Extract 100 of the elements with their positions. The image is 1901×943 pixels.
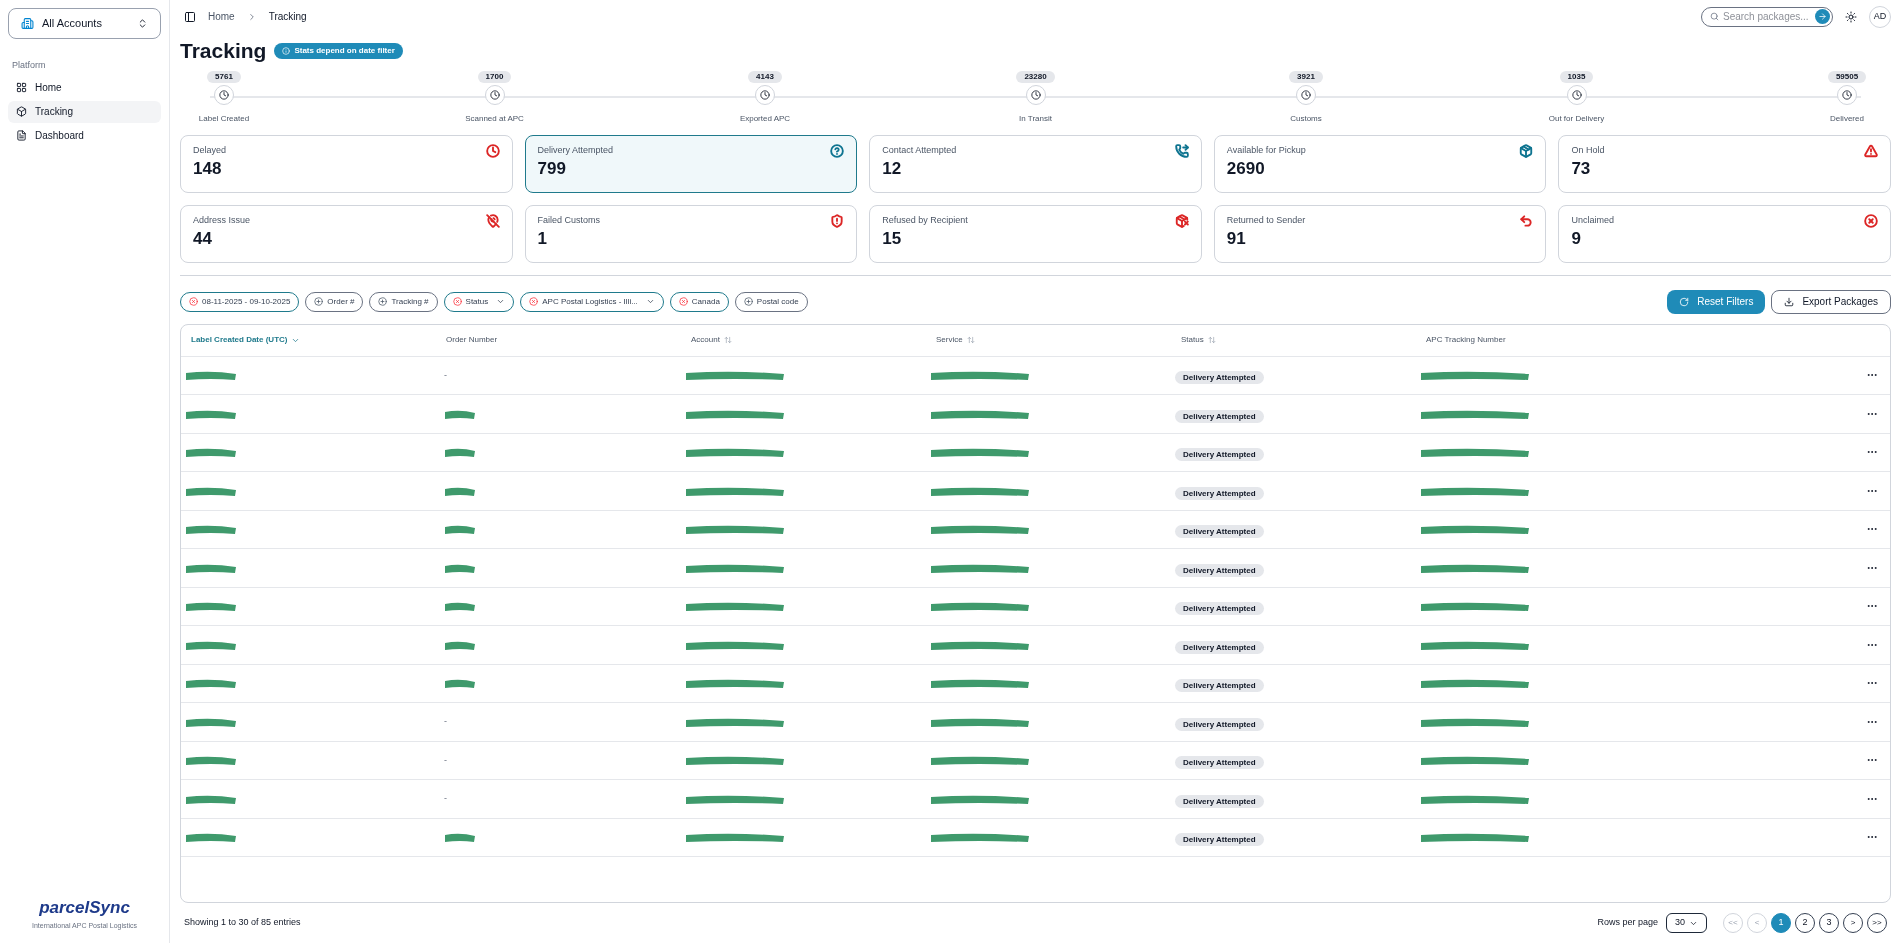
clock-icon [1566,84,1587,105]
column-header: Order Number [446,334,499,346]
search-input[interactable]: Search packages... [1723,9,1811,24]
stat-value: 799 [537,157,567,180]
remove-icon[interactable] [452,297,462,306]
grid-icon [16,82,27,93]
chevron-down-icon [645,297,655,306]
column-header[interactable]: Label Created Date (UTC) [191,334,446,346]
stat-card[interactable]: Refused by Recipient 15 [869,204,1202,263]
stat-label: Unclaimed [1571,213,1614,227]
add-icon [314,297,324,306]
clock-icon [1025,84,1046,105]
stat-label: Failed Customs [537,213,601,227]
redaction-mark [185,754,237,767]
stage-count: 3921 [1289,70,1323,83]
reset-icon [1679,296,1690,307]
clock-icon [484,84,505,105]
stat-value: 1 [537,227,549,250]
redaction-mark [185,600,237,613]
building-icon [21,17,34,30]
stat-card[interactable]: Address Issue 44 [180,204,513,263]
section-label: Platform [11,59,47,72]
stat-label: Delivery Attempted [537,143,614,157]
table-cell-text: - [444,715,447,728]
stat-card[interactable]: Unclaimed 9 [1558,204,1891,263]
stat-card[interactable]: Returned to Sender 91 [1213,204,1547,263]
stage-count: 5761 [207,70,241,83]
download-icon [1784,296,1795,307]
stat-label: Delayed [193,143,227,157]
status-badge: Delivery Attempted [1175,717,1264,731]
stat-value: 73 [1571,157,1592,180]
stat-card[interactable]: Delayed 148 [180,134,513,193]
sidebar-item[interactable]: Dashboard [8,124,161,147]
stat-card[interactable]: Delivery Attempted 799 [524,134,858,193]
redaction-mark [185,831,237,844]
stage-count: 4143 [748,70,782,83]
redaction-mark [444,446,476,459]
table-cell: - [444,753,447,767]
stage-label: Label Created [198,112,250,125]
theme-toggle-icon[interactable] [1845,10,1857,23]
redaction-mark [444,831,476,844]
stage-label: In Transit [1019,112,1052,125]
redaction-mark [185,523,237,536]
entries-summary: Showing 1 to 30 of 85 entries [184,916,301,930]
stat-label: Returned to Sender [1226,213,1306,227]
stage-label: Delivered [1830,112,1864,125]
status-badge: Delivery Attempted [1175,602,1264,616]
status-badge: Delivery Attempted [1175,448,1264,462]
status-badge: Delivery Attempted [1175,409,1264,423]
breadcrumb-link[interactable]: Tracking [268,9,307,24]
stage-label: Exported APC [739,112,791,125]
status-badge: Delivery Attempted [1175,563,1264,577]
breadcrumb-link[interactable]: Home [208,9,235,24]
rows-per-page-label: Rows per page [1597,916,1658,930]
remove-icon[interactable] [189,297,198,306]
stat-card[interactable]: On Hold 73 [1558,134,1891,193]
remove-icon[interactable] [529,297,539,306]
clock-icon [214,84,234,105]
column-header[interactable]: Account [691,334,936,346]
stage-label: Out for Delivery [1548,112,1605,125]
stat-card[interactable]: Failed Customs 1 [524,204,858,263]
cube-icon [16,106,27,117]
account-switcher[interactable]: All Accounts [8,8,161,39]
stage-count: 23280 [1016,70,1055,83]
sidebar-item[interactable]: Tracking [8,100,161,123]
status-badge: Delivery Attempted [1175,833,1264,847]
reset-filters-button[interactable]: Reset Filters [1667,289,1766,314]
status-badge: Delivery Attempted [1175,371,1264,385]
table-cell-text: - [444,792,447,805]
stage-label: Customs [1290,112,1322,125]
stat-card[interactable]: Contact Attempted 12 [869,134,1202,193]
status-badge: Delivery Attempted [1175,525,1264,539]
table-cell: - [444,368,447,382]
stat-label: Available for Pickup [1226,143,1306,157]
stat-label: On Hold [1571,143,1605,157]
redaction-mark [185,677,237,690]
column-header[interactable]: Service [936,334,1181,346]
status-badge: Delivery Attempted [1175,794,1264,808]
rows-per-page-select[interactable]: 30 [1666,913,1707,933]
clock-icon [1837,84,1857,105]
add-icon [378,297,388,306]
sidebar-toggle-icon[interactable] [184,10,196,23]
stat-value: 12 [882,157,903,180]
info-badge: Stats depend on date filter [274,42,403,59]
stat-label: Address Issue [193,213,251,227]
stat-card[interactable]: Available for Pickup 2690 [1213,134,1547,193]
stat-value: 148 [193,157,223,180]
export-button[interactable]: Export Packages [1771,289,1891,314]
chevrons-icon [137,18,148,29]
stat-label: Contact Attempted [882,143,957,157]
page-button[interactable]: 1 [1771,913,1791,933]
column-header: APC Tracking Number [1426,334,1507,346]
document-icon [16,130,27,141]
stat-value: 15 [882,227,903,250]
clock-icon [1296,84,1316,105]
remove-icon[interactable] [678,297,688,306]
column-header[interactable]: Status [1181,334,1426,346]
logo-wordmark: parcelSync [39,897,130,919]
sidebar-item[interactable]: Home [8,76,161,99]
stat-label: Refused by Recipient [882,213,968,227]
